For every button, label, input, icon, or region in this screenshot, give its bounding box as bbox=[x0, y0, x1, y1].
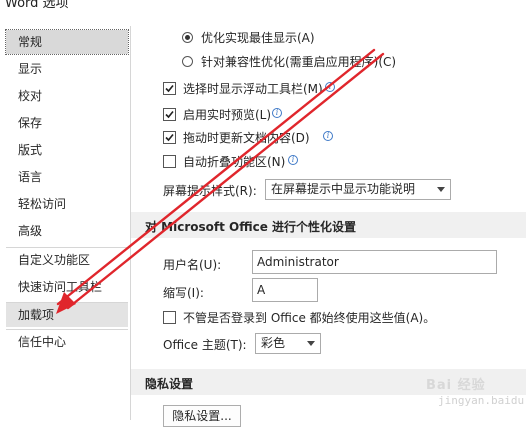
watermark-text: Bai 经验 bbox=[426, 378, 486, 393]
checkbox-always-use-label: 不管是否登录到 Office 都始终使用这些值(A)。 bbox=[183, 311, 436, 325]
checkbox-collapse-ribbon-label: 自动折叠功能区(N) bbox=[183, 155, 286, 169]
checkbox-mini-toolbar-label: 选择时显示浮动工具栏(M) bbox=[183, 82, 323, 96]
radio-compatibility[interactable] bbox=[182, 56, 193, 67]
title-bar: Word 选项 bbox=[0, 0, 526, 26]
checkbox-mini-toolbar[interactable] bbox=[163, 82, 176, 95]
chevron-down-icon bbox=[307, 341, 315, 346]
checkbox-live-preview[interactable] bbox=[163, 108, 176, 121]
sidebar-item-display[interactable]: 显示 bbox=[6, 57, 128, 81]
username-value: Administrator bbox=[257, 255, 339, 269]
checkbox-always-use[interactable] bbox=[163, 311, 176, 324]
checkbox-drag-update[interactable] bbox=[163, 131, 176, 144]
section-title-privacy: 隐私设置 bbox=[145, 377, 194, 391]
sidebar-item-language[interactable]: 语言 bbox=[6, 165, 128, 189]
initials-label: 缩写(I): bbox=[163, 286, 204, 300]
check-icon bbox=[165, 133, 174, 142]
checkbox-live-preview-label: 启用实时预览(L) bbox=[183, 108, 272, 122]
section-header-personalize: 对 Microsoft Office 进行个性化设置 bbox=[131, 212, 526, 238]
sidebar-item-general[interactable]: 常规 bbox=[5, 29, 129, 55]
screentip-dropdown[interactable]: 在屏幕提示中显示功能说明 bbox=[265, 179, 451, 200]
section-title-personalize: 对 Microsoft Office 进行个性化设置 bbox=[145, 220, 357, 234]
check-icon bbox=[165, 110, 174, 119]
options-sidebar: 常规 显示 校对 保存 版式 语言 轻松访问 高级 自定义功能区 快速访问工具栏… bbox=[4, 26, 131, 420]
window-title: Word 选项 bbox=[5, 0, 69, 11]
checkbox-collapse-ribbon[interactable] bbox=[163, 155, 176, 168]
sidebar-item-proofing[interactable]: 校对 bbox=[6, 84, 128, 108]
initials-input[interactable]: A bbox=[252, 278, 318, 302]
screentip-value: 在屏幕提示中显示功能说明 bbox=[271, 182, 416, 196]
sidebar-item-accessibility[interactable]: 轻松访问 bbox=[6, 192, 128, 216]
check-icon bbox=[165, 84, 174, 93]
username-label: 用户名(U): bbox=[163, 258, 222, 272]
radio-compatibility-label: 针对兼容性优化(需重启应用程序)(C) bbox=[201, 55, 397, 69]
info-icon[interactable]: i bbox=[325, 82, 335, 92]
chevron-down-icon bbox=[437, 187, 445, 192]
watermark: Bai 经验 jingyan.baidu.com bbox=[408, 372, 526, 420]
radio-best-display-label: 优化实现最佳显示(A) bbox=[201, 31, 315, 45]
info-icon[interactable]: i bbox=[288, 155, 298, 165]
sidebar-item-quick-access-toolbar[interactable]: 快速访问工具栏 bbox=[6, 275, 128, 299]
privacy-settings-button[interactable]: 隐私设置... bbox=[163, 405, 241, 427]
watermark-subtext: jingyan.baidu.com bbox=[438, 394, 526, 407]
username-input[interactable]: Administrator bbox=[252, 250, 497, 274]
options-content: 优化实现最佳显示(A) 针对兼容性优化(需重启应用程序)(C) 选择时显示浮动工… bbox=[131, 26, 526, 427]
sidebar-item-trust-center[interactable]: 信任中心 bbox=[6, 330, 128, 354]
radio-best-display[interactable] bbox=[182, 32, 193, 43]
office-theme-value: 彩色 bbox=[261, 336, 286, 350]
screentip-label: 屏幕提示样式(R): bbox=[163, 184, 257, 198]
initials-value: A bbox=[257, 283, 266, 297]
sidebar-item-customize-ribbon[interactable]: 自定义功能区 bbox=[6, 248, 128, 272]
office-theme-dropdown[interactable]: 彩色 bbox=[255, 333, 321, 354]
info-icon[interactable]: i bbox=[272, 108, 282, 118]
sidebar-item-advanced[interactable]: 高级 bbox=[6, 219, 128, 243]
office-theme-label: Office 主题(T): bbox=[163, 338, 247, 352]
sidebar-item-add-ins[interactable]: 加载项 bbox=[6, 303, 128, 327]
sidebar-item-typography[interactable]: 版式 bbox=[6, 138, 128, 162]
info-icon[interactable]: i bbox=[323, 131, 333, 141]
checkbox-drag-update-label: 拖动时更新文档内容(D) bbox=[183, 131, 310, 145]
sidebar-item-save[interactable]: 保存 bbox=[6, 111, 128, 135]
